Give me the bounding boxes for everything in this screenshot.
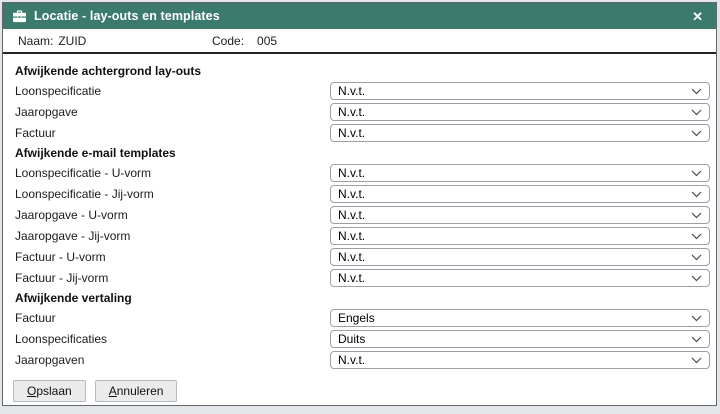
select-value: N.v.t. [338, 105, 365, 119]
select-value: N.v.t. [338, 250, 365, 264]
select-email-loonspecificatie-uvorm[interactable]: N.v.t. [330, 164, 710, 182]
select-achtergrond-factuur[interactable]: N.v.t. [330, 124, 710, 142]
name-value: ZUID [58, 34, 86, 48]
chevron-down-icon [691, 191, 702, 198]
section-title-achtergrond-layouts: Afwijkende achtergrond lay-outs [15, 65, 711, 78]
select-achtergrond-jaaropgave[interactable]: N.v.t. [330, 103, 710, 121]
name-field: Naam: ZUID [18, 34, 212, 48]
select-email-factuur-uvorm[interactable]: N.v.t. [330, 248, 710, 266]
select-value: N.v.t. [338, 187, 365, 201]
field-label: Jaaropgave - Jij-vorm [15, 229, 330, 243]
chevron-down-icon [691, 275, 702, 282]
field-label: Loonspecificatie [15, 84, 330, 98]
chevron-down-icon [691, 170, 702, 177]
select-value: N.v.t. [338, 208, 365, 222]
field-label: Loonspecificatie - Jij-vorm [15, 187, 330, 201]
form-row: Factuur - Jij-vorm N.v.t. [15, 269, 711, 287]
code-value: 005 [257, 34, 277, 48]
select-value: N.v.t. [338, 166, 365, 180]
window-title: Locatie - lay-outs en templates [34, 9, 220, 23]
save-button-label: Opslaan [27, 384, 72, 398]
select-value: N.v.t. [338, 84, 365, 98]
form-row: Jaaropgave - U-vorm N.v.t. [15, 206, 711, 224]
form-row: Factuur - U-vorm N.v.t. [15, 248, 711, 266]
chevron-down-icon [691, 130, 702, 137]
select-value: N.v.t. [338, 229, 365, 243]
form-row: Jaaropgave N.v.t. [15, 103, 711, 121]
dialog-content: Afwijkende achtergrond lay-outs Loonspec… [3, 54, 716, 402]
chevron-down-icon [691, 212, 702, 219]
name-label: Naam: [18, 34, 53, 48]
select-vertaling-jaaropgaven[interactable]: N.v.t. [330, 351, 710, 369]
field-label: Factuur [15, 311, 330, 325]
select-value: N.v.t. [338, 353, 365, 367]
field-label: Factuur [15, 126, 330, 140]
chevron-down-icon [691, 88, 702, 95]
select-email-loonspecificatie-jijvorm[interactable]: N.v.t. [330, 185, 710, 203]
record-header: Naam: ZUID Code: 005 [3, 29, 716, 54]
select-value: Duits [338, 332, 365, 346]
form-row: Factuur Engels [15, 309, 711, 327]
briefcase-icon [12, 10, 27, 23]
cancel-button[interactable]: Annuleren [95, 380, 178, 402]
field-label: Loonspecificaties [15, 332, 330, 346]
chevron-down-icon [691, 336, 702, 343]
form-row: Factuur N.v.t. [15, 124, 711, 142]
cancel-button-label: Annuleren [109, 384, 164, 398]
form-row: Loonspecificatie - U-vorm N.v.t. [15, 164, 711, 182]
chevron-down-icon [691, 315, 702, 322]
select-email-factuur-jijvorm[interactable]: N.v.t. [330, 269, 710, 287]
close-icon[interactable]: ✕ [689, 8, 706, 25]
field-label: Loonspecificatie - U-vorm [15, 166, 330, 180]
chevron-down-icon [691, 357, 702, 364]
form-row: Jaaropgaven N.v.t. [15, 351, 711, 369]
dialog-window: Locatie - lay-outs en templates ✕ Naam: … [2, 2, 717, 406]
section-title-vertaling: Afwijkende vertaling [15, 292, 711, 305]
button-bar: Opslaan Annuleren [13, 372, 711, 402]
field-label: Jaaropgave [15, 105, 330, 119]
chevron-down-icon [691, 109, 702, 116]
select-email-jaaropgave-uvorm[interactable]: N.v.t. [330, 206, 710, 224]
field-label: Jaaropgaven [15, 353, 330, 367]
form-row: Loonspecificaties Duits [15, 330, 711, 348]
section-title-email-templates: Afwijkende e-mail templates [15, 147, 711, 160]
field-label: Factuur - Jij-vorm [15, 271, 330, 285]
code-field: Code: 005 [212, 34, 277, 48]
chevron-down-icon [691, 233, 702, 240]
code-label: Code: [212, 34, 244, 48]
select-value: N.v.t. [338, 126, 365, 140]
save-button[interactable]: Opslaan [13, 380, 86, 402]
titlebar[interactable]: Locatie - lay-outs en templates ✕ [3, 3, 716, 29]
select-value: Engels [338, 311, 375, 325]
select-vertaling-factuur[interactable]: Engels [330, 309, 710, 327]
form-row: Jaaropgave - Jij-vorm N.v.t. [15, 227, 711, 245]
select-value: N.v.t. [338, 271, 365, 285]
field-label: Factuur - U-vorm [15, 250, 330, 264]
chevron-down-icon [691, 254, 702, 261]
form-row: Loonspecificatie N.v.t. [15, 82, 711, 100]
select-email-jaaropgave-jijvorm[interactable]: N.v.t. [330, 227, 710, 245]
field-label: Jaaropgave - U-vorm [15, 208, 330, 222]
select-vertaling-loonspecificaties[interactable]: Duits [330, 330, 710, 348]
form-row: Loonspecificatie - Jij-vorm N.v.t. [15, 185, 711, 203]
select-achtergrond-loonspecificatie[interactable]: N.v.t. [330, 82, 710, 100]
